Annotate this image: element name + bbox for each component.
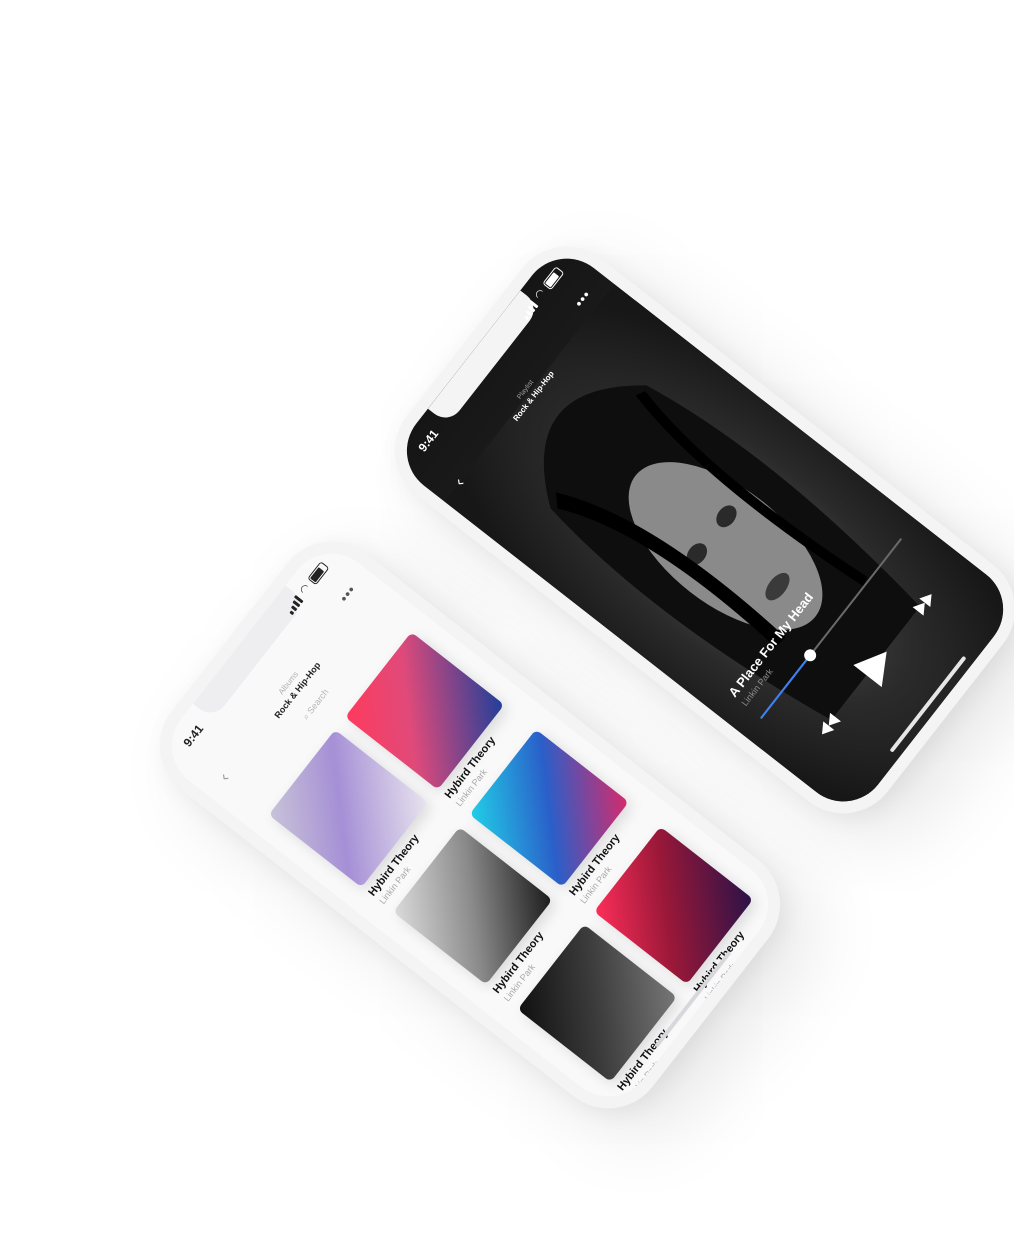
battery-icon bbox=[307, 561, 330, 586]
battery-icon bbox=[542, 266, 565, 291]
status-icons: ◠ bbox=[284, 561, 330, 615]
status-icons: ◠ bbox=[519, 266, 565, 320]
previous-icon bbox=[821, 712, 842, 735]
status-time: 9:41 bbox=[415, 426, 442, 455]
wifi-icon: ◠ bbox=[297, 581, 313, 597]
signal-icon bbox=[284, 594, 304, 615]
next-icon bbox=[912, 594, 932, 616]
wifi-icon: ◠ bbox=[532, 286, 548, 302]
search-placeholder: Search bbox=[305, 687, 331, 716]
signal-icon bbox=[519, 299, 539, 320]
play-icon bbox=[853, 651, 887, 688]
status-time: 9:41 bbox=[180, 721, 207, 750]
